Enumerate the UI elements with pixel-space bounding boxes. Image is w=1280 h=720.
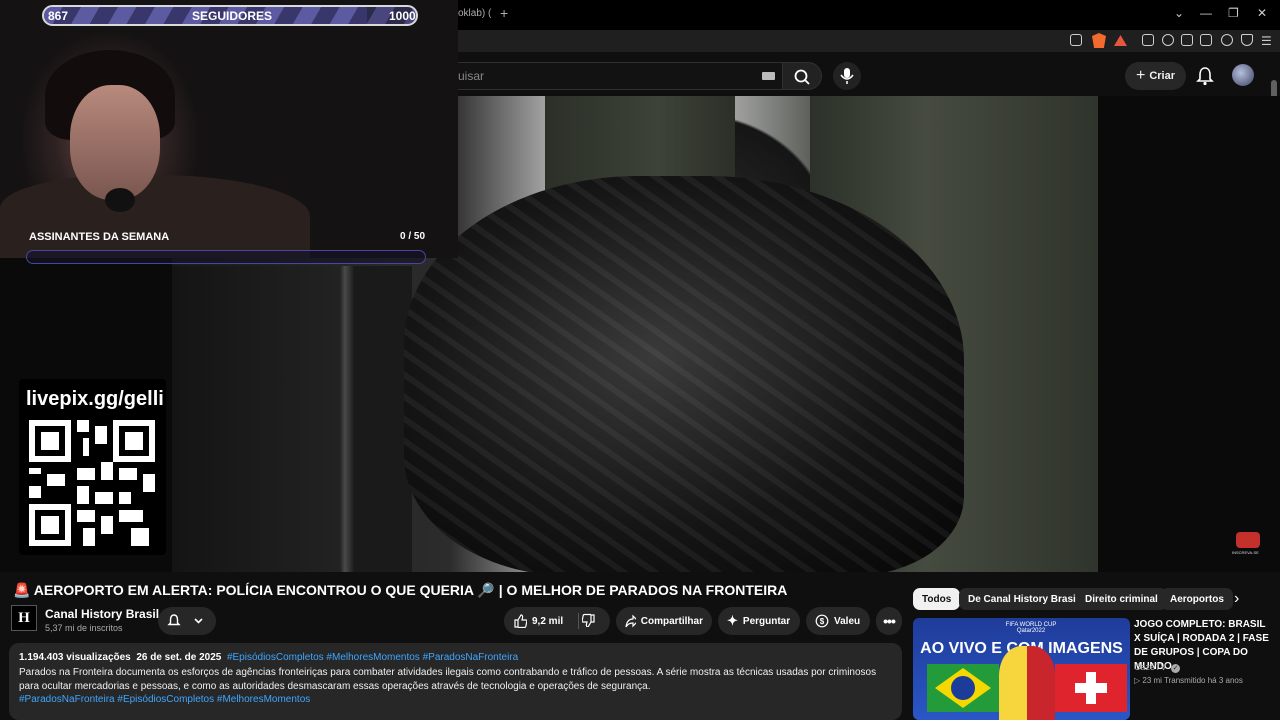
thumbs-up-icon[interactable] — [513, 614, 527, 628]
subs-goal-label: ASSINANTES DA SEMANA — [29, 231, 170, 243]
chip-channel[interactable]: De Canal History Brasil — [959, 588, 1088, 610]
subscribe-watermark-icon[interactable] — [1236, 532, 1260, 548]
create-button[interactable]: + Criar — [1125, 62, 1186, 90]
follower-count: 867 — [48, 9, 69, 23]
qr-code-icon — [29, 420, 155, 546]
recommended-channel[interactable]: CazéTV ✓ — [1134, 662, 1181, 673]
create-label: Criar — [1149, 70, 1176, 82]
account-avatar[interactable] — [1232, 64, 1254, 86]
new-tab-button[interactable]: + — [500, 5, 508, 21]
chip-airports[interactable]: Aeroportos — [1161, 588, 1233, 610]
like-count[interactable]: 9,2 mil — [532, 616, 563, 627]
share-label: Compartilhar — [640, 615, 703, 627]
publish-date: 26 de set. de 2025 — [136, 652, 222, 663]
browser-toolbar — [458, 30, 1280, 52]
maximize-button[interactable]: ❐ — [1228, 6, 1239, 20]
description-footer-tags[interactable]: #ParadosNaFronteira #EpisódiosCompletos … — [19, 694, 310, 705]
share-icon — [625, 614, 636, 628]
search-button[interactable] — [782, 62, 822, 90]
brave-shield-icon[interactable] — [1092, 33, 1106, 48]
webcam-streamer-face — [70, 85, 160, 200]
cast-icon[interactable] — [1070, 34, 1082, 46]
bell-chevron-icon — [167, 614, 203, 626]
super-thanks-icon: $ — [815, 614, 829, 628]
bell-icon — [1196, 67, 1214, 86]
search-placeholder: uisar — [458, 69, 485, 83]
microphone-icon — [840, 68, 854, 84]
subs-goal-bar — [26, 250, 426, 264]
tab-list-button[interactable]: ⌄ — [1174, 6, 1184, 20]
subscribed-bell-button[interactable] — [158, 607, 216, 635]
thumbnail-players — [999, 646, 1055, 720]
vpn-icon[interactable] — [1241, 34, 1253, 46]
download-icon[interactable] — [1221, 34, 1233, 46]
music-icon[interactable] — [1162, 34, 1174, 46]
follower-goal-label: SEGUIDORES — [192, 9, 273, 23]
brazil-flag-globe — [951, 676, 975, 700]
plus-icon: + — [1135, 67, 1146, 84]
browser-tab-title[interactable]: oklab) ( — [458, 8, 491, 19]
keyboard-icon[interactable] — [762, 72, 775, 80]
extensions-icon[interactable] — [1142, 34, 1154, 46]
more-actions-button[interactable]: ••• — [876, 607, 902, 635]
channel-name[interactable]: Canal History Brasil — [45, 607, 159, 621]
follower-goal-target: 1000 — [389, 9, 416, 23]
wallet-icon[interactable] — [1200, 34, 1212, 46]
thumbs-down-icon[interactable] — [581, 613, 596, 628]
like-dislike-group: 9,2 mil — [504, 607, 610, 635]
recommended-meta: ▷ 23 mi Transmitido há 3 anos — [1134, 676, 1243, 685]
subscribe-watermark-label: INSCREVA-SE — [1232, 550, 1259, 555]
thanks-button[interactable]: $ Valeu — [806, 607, 870, 635]
switzerland-cross-horizontal — [1075, 683, 1107, 693]
webcam-overlay — [0, 0, 458, 258]
chip-todos[interactable]: Todos — [913, 588, 961, 610]
channel-subscriber-count: 5,37 mi de inscritos — [45, 623, 123, 633]
voice-search-button[interactable] — [833, 62, 861, 90]
sidebar-icon[interactable] — [1181, 34, 1193, 46]
like-divider — [578, 613, 579, 629]
notifications-button[interactable] — [1196, 66, 1214, 91]
livepix-url: livepix.gg/gelli — [26, 388, 164, 410]
search-icon — [794, 69, 810, 85]
more-icon: ••• — [883, 613, 896, 629]
description-hashtags[interactable]: #EpisódiosCompletos #MelhoresMomentos #P… — [227, 652, 518, 663]
webcam-streamer-shirt — [0, 175, 310, 258]
thanks-label: Valeu — [834, 615, 861, 627]
chevron-right-icon[interactable]: › — [1234, 590, 1239, 608]
video-suitcase — [172, 266, 412, 572]
video-black-package — [404, 176, 964, 572]
menu-icon[interactable]: ☰ — [1261, 34, 1272, 48]
sparkle-icon: ✦ — [727, 613, 738, 628]
close-window-button[interactable]: ✕ — [1257, 6, 1267, 20]
minimize-button[interactable]: — — [1200, 6, 1212, 20]
description-meta: 1.194.403 visualizações 26 de set. de 20… — [19, 652, 518, 663]
recommended-thumbnail[interactable]: FIFA WORLD CUP Qatar2022 AO VIVO E COM I… — [913, 618, 1130, 720]
channel-avatar[interactable]: H — [11, 605, 37, 631]
svg-text:$: $ — [820, 617, 825, 626]
view-count: 1.194.403 visualizações — [19, 652, 131, 663]
subs-goal-count: 0 / 50 — [400, 231, 426, 242]
share-button[interactable]: Compartilhar — [616, 607, 712, 635]
ask-button[interactable]: ✦ Perguntar — [718, 607, 800, 635]
chip-criminal-law[interactable]: Direito criminal — [1076, 588, 1167, 610]
world-cup-logo: FIFA WORLD CUP Qatar2022 — [1005, 622, 1057, 634]
description-text: Parados na Fronteira documenta os esforç… — [19, 667, 877, 692]
verified-icon: ✓ — [1171, 664, 1181, 673]
ask-label: Perguntar — [742, 615, 791, 627]
recommended-channel-name[interactable]: CazéTV — [1134, 662, 1167, 672]
search-input[interactable] — [440, 62, 782, 90]
video-title: 🚨 AEROPORTO EM ALERTA: POLÍCIA ENCONTROU… — [13, 582, 788, 598]
headset-mic-icon — [105, 188, 135, 212]
